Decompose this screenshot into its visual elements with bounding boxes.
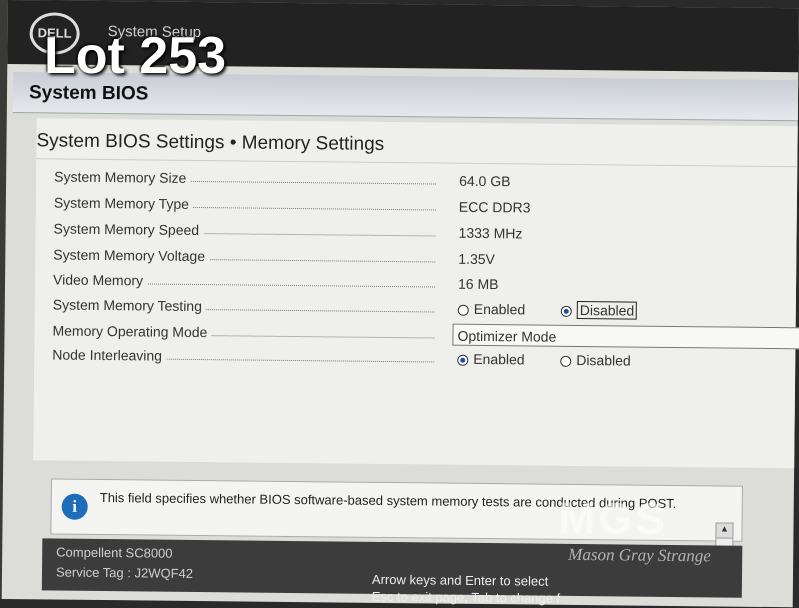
setting-label: System Memory Voltage [53,246,210,265]
setting-value: 16 MB [457,275,499,293]
setting-row-memory-speed: System Memory Speed 1333 MHz [53,220,793,250]
title-divider [36,158,798,168]
option-label: Enabled [473,300,526,318]
setting-value: ECC DDR3 [458,198,531,216]
setting-value: 64.0 GB [459,172,511,190]
radio-on-icon [560,305,572,317]
radio-off-icon [457,304,469,316]
key-hint: Arrow keys and Enter to select [371,571,549,589]
option-label: Disabled [576,300,638,320]
memory-testing-enabled-radio[interactable]: Enabled [457,300,526,318]
watermark-logo: MGS [558,493,669,544]
setting-label: System Memory Type [53,194,194,212]
radio-off-icon [560,355,572,367]
setting-row-memory-size: System Memory Size 64.0 GB [54,168,794,198]
option-label: Disabled [576,351,631,369]
scroll-up-icon[interactable]: ▲ [716,523,733,539]
bios-screen: DELL System Setup System BIOS System BIO… [1,0,799,608]
setting-row-memory-type: System Memory Type ECC DDR3 [53,194,794,224]
system-model: Compellent SC8000 [56,544,173,561]
settings-panel: System BIOS Settings • Memory Settings S… [33,118,799,469]
memory-testing-disabled-radio[interactable]: Disabled [560,300,638,320]
key-hint: Esc to exit page, Tab to change f [371,588,561,606]
lot-label: Lot 253 [44,27,227,85]
watermark-text: Mason Gray Strange [568,544,711,566]
setting-label: Node Interleaving [52,346,167,364]
setting-label: Memory Operating Mode [52,322,212,341]
info-icon: i [61,493,88,520]
setting-row-memory-testing: System Memory Testing Enabled Disabled [52,296,793,326]
operating-mode-select[interactable]: Optimizer Mode [452,323,799,350]
option-label: Enabled [473,350,525,368]
setting-label: System Memory Size [54,168,191,186]
setting-label: System Memory Testing [52,296,207,315]
page-title: System BIOS Settings • Memory Settings [36,130,385,155]
node-interleaving-enabled-radio[interactable]: Enabled [457,350,525,368]
setting-label: Video Memory [52,271,148,289]
setting-label: System Memory Speed [53,220,204,239]
service-tag: Service Tag : J2WQF42 [55,564,194,581]
node-interleaving-disabled-radio[interactable]: Disabled [560,352,631,369]
radio-on-icon [457,354,469,366]
setting-value: 1333 MHz [458,224,523,242]
setting-value: 1.35V [458,250,495,268]
